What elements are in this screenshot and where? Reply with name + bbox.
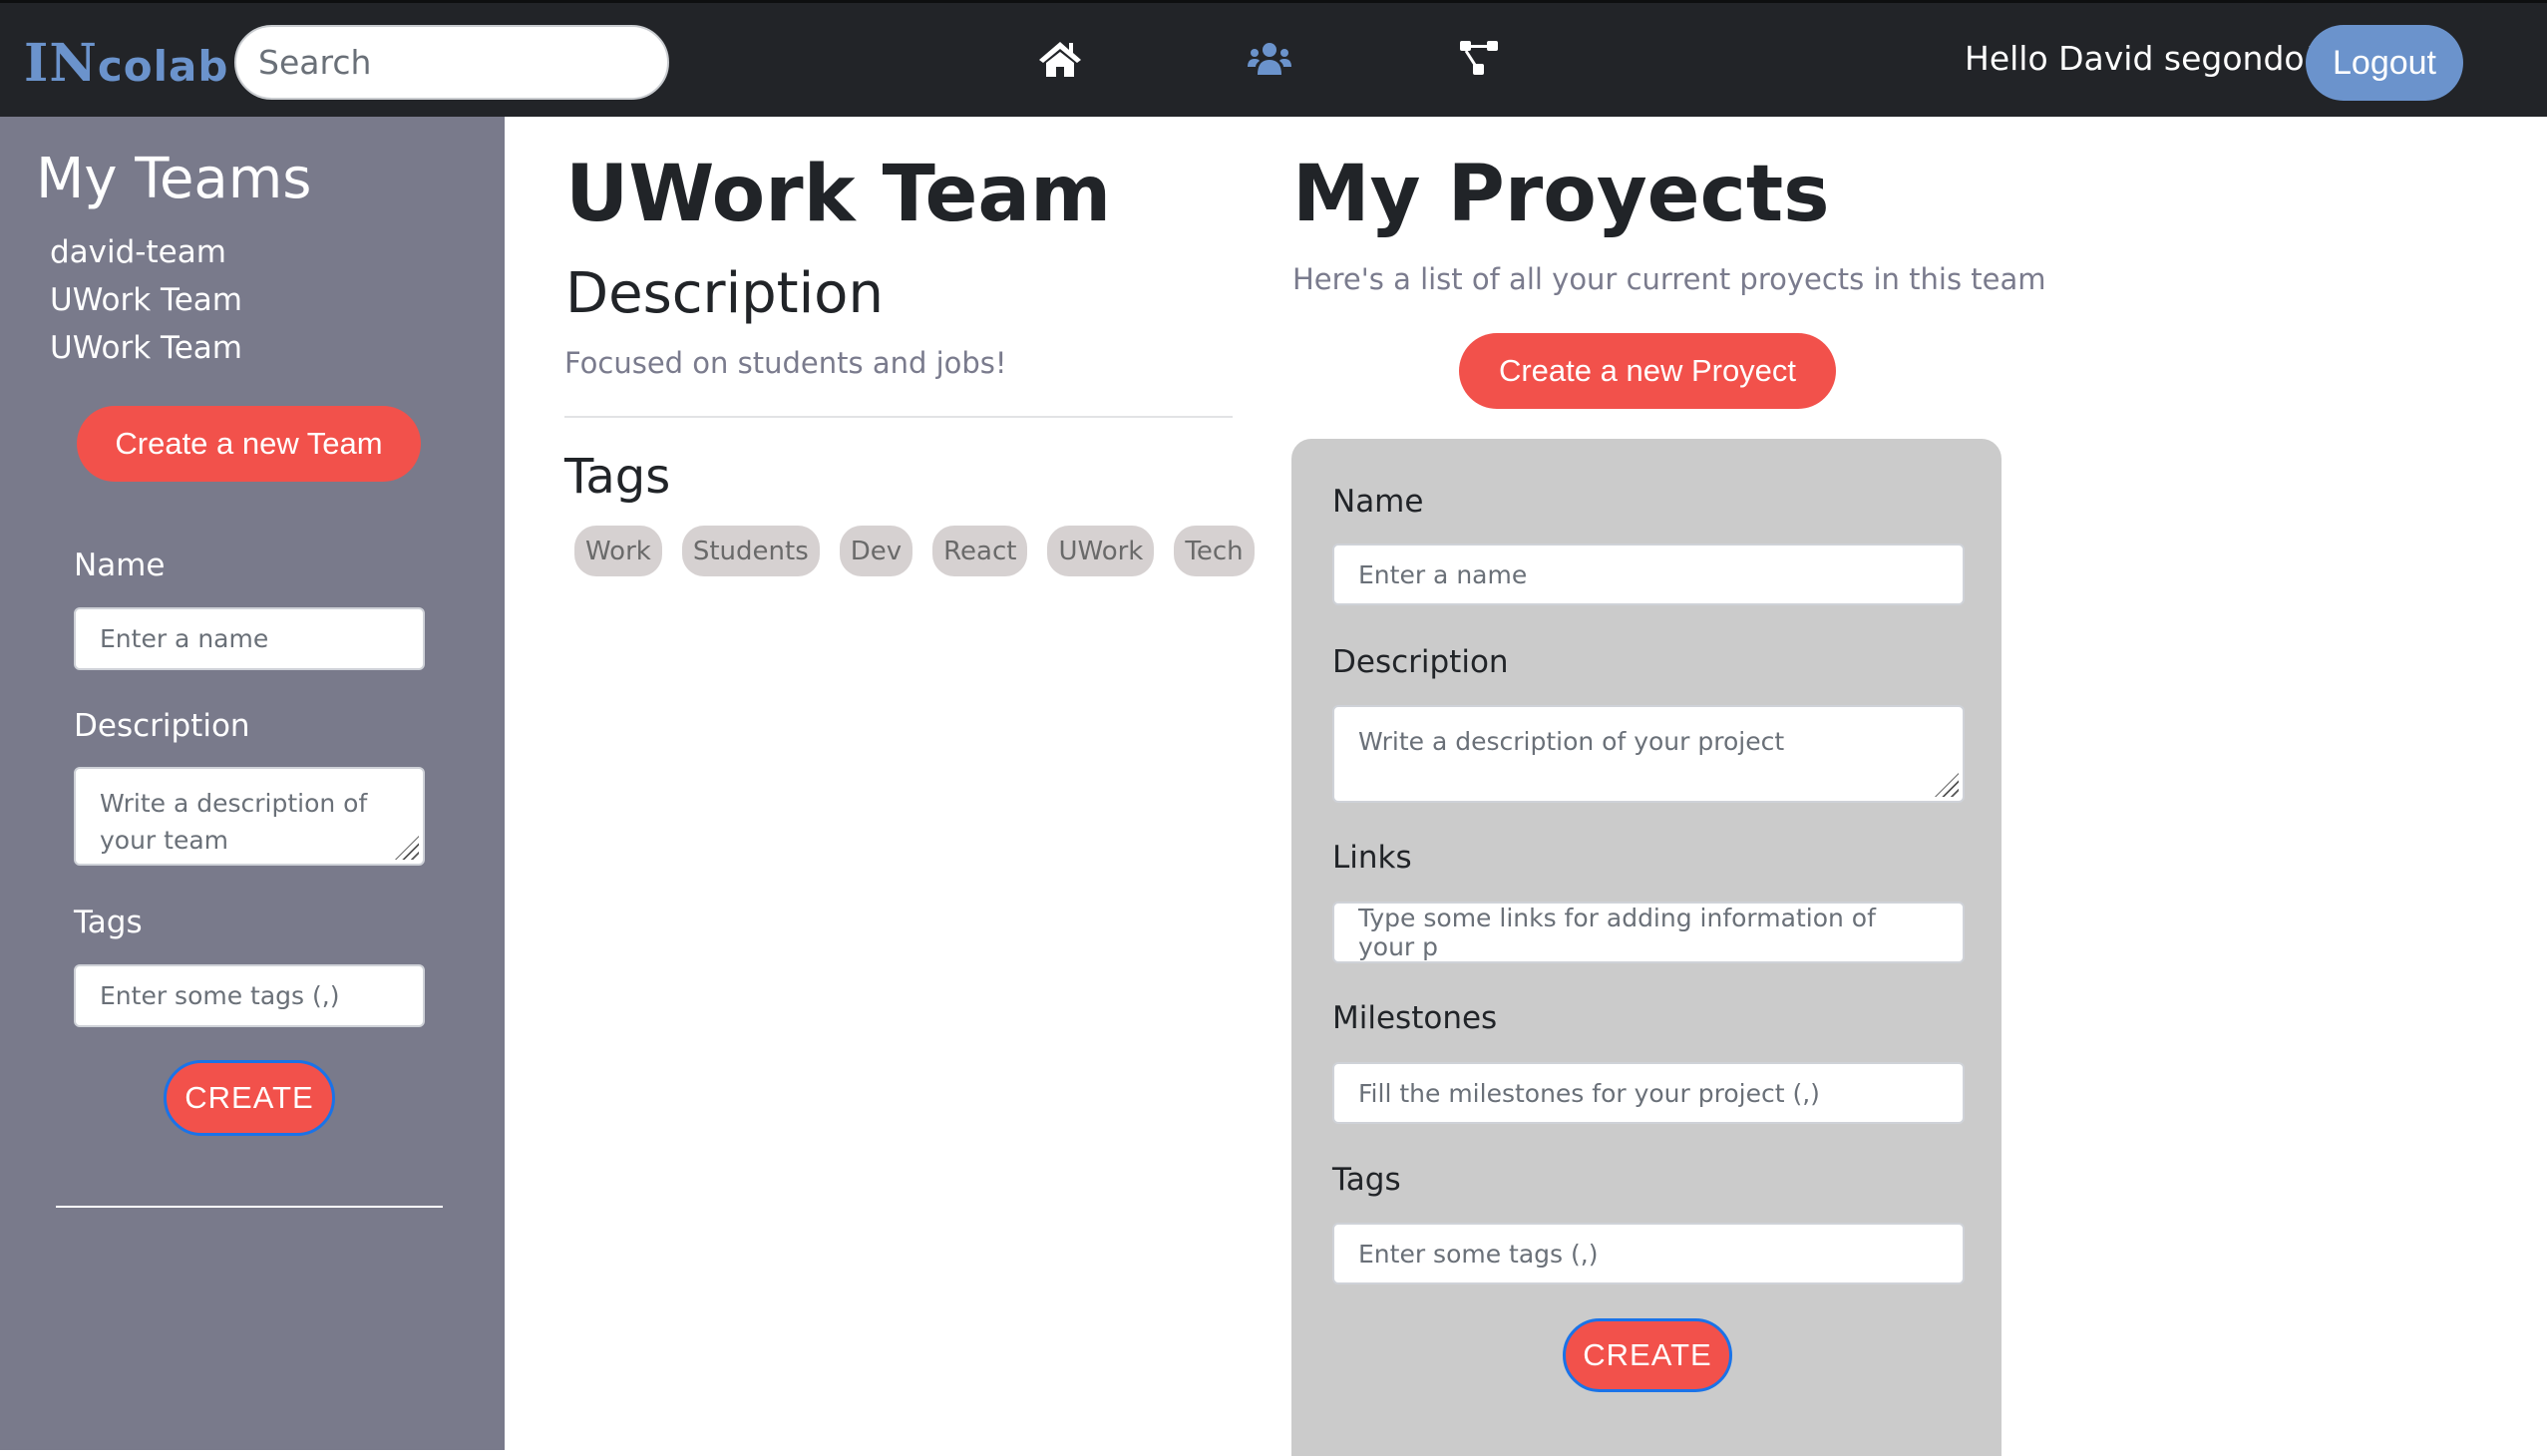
resize-handle-icon[interactable] [1935, 773, 1959, 797]
tag-badge: React [932, 526, 1028, 576]
team-description-textarea[interactable]: Write a description of your team [74, 767, 425, 866]
team-description-label: Description [74, 708, 250, 744]
search-placeholder: Search [258, 43, 372, 82]
project-description-textarea[interactable]: Write a description of your project [1332, 705, 1965, 803]
logo-suffix: colab [97, 42, 229, 91]
sidebar-divider [56, 1206, 443, 1208]
navbar: INcolab Search Hello David segondo! Logo… [0, 0, 2547, 117]
team-tags-label: Tags [74, 905, 143, 940]
team-divider [564, 416, 1233, 418]
team-tags-heading: Tags [564, 449, 671, 505]
project-tags-input[interactable]: Enter some tags (,) [1332, 1223, 1965, 1284]
tag-badge: Students [681, 526, 820, 576]
create-new-project-button[interactable]: Create a new Proyect [1459, 333, 1836, 409]
project-links-label: Links [1332, 840, 1412, 876]
greeting-text: Hello David segondo! [1965, 39, 2318, 78]
project-tags-label: Tags [1332, 1162, 1401, 1198]
project-name-placeholder: Enter a name [1358, 559, 1528, 589]
create-team-submit-button[interactable]: CREATE [164, 1060, 335, 1136]
sidebar-team-item[interactable]: david-team [50, 234, 226, 270]
team-description-text: Focused on students and jobs! [564, 346, 1007, 380]
project-milestones-input[interactable]: Fill the milestones for your project (,) [1332, 1062, 1965, 1124]
team-description-heading: Description [565, 261, 884, 326]
sidebar-team-item[interactable]: UWork Team [50, 330, 242, 366]
sidebar: My Teams david-team UWork Team UWork Tea… [0, 117, 505, 1450]
logo[interactable]: INcolab [24, 33, 228, 94]
users-icon[interactable] [1247, 39, 1292, 79]
tag-badge: UWork [1047, 526, 1155, 576]
team-name-label: Name [74, 547, 166, 583]
projects-subtitle: Here's a list of all your current proyec… [1292, 262, 2046, 296]
tag-badge: Work [574, 526, 662, 576]
create-project-submit-button[interactable]: CREATE [1563, 1318, 1732, 1392]
project-description-placeholder: Write a description of your project [1358, 727, 1785, 756]
tag-badge: Tech [1174, 526, 1255, 576]
team-name-input[interactable]: Enter a name [74, 607, 425, 670]
project-tags-placeholder: Enter some tags (,) [1358, 1239, 1599, 1269]
home-icon[interactable] [1037, 39, 1083, 79]
sidebar-team-item[interactable]: UWork Team [50, 282, 242, 318]
project-links-input[interactable]: Type some links for adding information o… [1332, 902, 1965, 963]
project-name-input[interactable]: Enter a name [1332, 544, 1965, 605]
team-name-placeholder: Enter a name [100, 624, 269, 653]
project-links-placeholder: Type some links for adding information o… [1358, 904, 1876, 961]
team-tags-placeholder: Enter some tags (,) [100, 981, 340, 1010]
project-name-label: Name [1332, 484, 1424, 520]
search-input[interactable]: Search [234, 25, 669, 100]
logout-button[interactable]: Logout [2306, 25, 2463, 101]
project-milestones-placeholder: Fill the milestones for your project (,) [1358, 1078, 1820, 1108]
project-description-label: Description [1332, 644, 1509, 680]
project-diagram-icon[interactable] [1458, 39, 1504, 79]
create-new-team-button[interactable]: Create a new Team [77, 406, 421, 482]
logo-prefix: IN [24, 33, 98, 94]
tag-badge: Dev [839, 526, 913, 576]
sidebar-title: My Teams [36, 147, 312, 211]
team-description-placeholder: Write a description of your team [100, 789, 368, 855]
project-milestones-label: Milestones [1332, 1000, 1498, 1036]
new-project-form: Name Enter a name Description Write a de… [1291, 439, 2001, 1456]
team-title: UWork Team [565, 150, 1112, 239]
team-tags-input[interactable]: Enter some tags (,) [74, 964, 425, 1027]
projects-title: My Proyects [1292, 150, 1830, 239]
team-tags-list: Work Students Dev React UWork Tech [574, 526, 1255, 576]
